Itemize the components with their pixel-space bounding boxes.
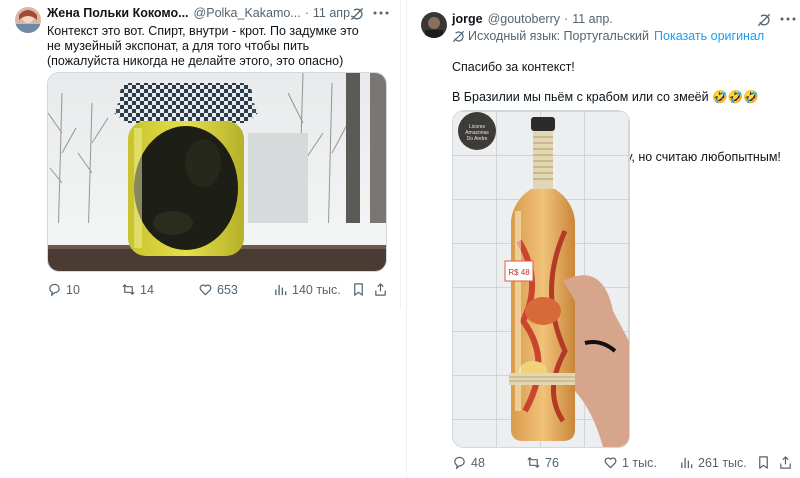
price-tag: R$ 48 [508, 268, 530, 277]
tweet-photo[interactable] [47, 72, 387, 272]
author-handle[interactable]: @goutoberry [488, 11, 560, 27]
grok-icon[interactable] [349, 6, 365, 22]
bookmark-icon [354, 283, 363, 296]
tweet-text-line: В Бразилии мы пьём с крабом или со змеёй… [452, 90, 759, 104]
tweet-text: Контекст это вот. Спирт, внутри - крот. … [47, 24, 359, 68]
author-handle[interactable]: @Polka_Kakamo... [194, 5, 301, 21]
reply-icon [454, 456, 465, 470]
source-language: Исходный язык: Португальский [468, 29, 650, 43]
more-icon[interactable] [372, 5, 390, 21]
tweet-actions: 48 76 1 тыс. 261 тыс. [452, 455, 797, 471]
tweet-1[interactable]: Жена Польки Кокомо... @Polka_Kakamo... ·… [0, 0, 401, 308]
grok-icon[interactable] [756, 12, 772, 28]
avatar[interactable] [421, 12, 447, 38]
reply-count: 10 [66, 282, 80, 297]
retweet-icon [527, 457, 540, 468]
share-icon [780, 456, 791, 469]
like-button[interactable]: 653 [198, 282, 238, 297]
tweet-2[interactable]: jorge @goutoberry · 11 апр. Исходный язы… [406, 0, 800, 478]
show-original-link[interactable]: Показать оригинал [654, 29, 764, 44]
tweet-header: Жена Польки Кокомо... @Polka_Kakamo... ·… [47, 5, 354, 21]
translation-notice: Исходный язык: Португальский Показать ор… [452, 29, 764, 44]
more-icon[interactable] [779, 11, 797, 27]
tweet-photo[interactable]: Licores Amazonas Do Andre R$ 48 [452, 110, 630, 448]
retweet-button[interactable]: 14 [121, 282, 154, 297]
views-count: 140 тыс. [292, 282, 341, 297]
reply-icon [49, 283, 60, 297]
views-button[interactable]: 261 тыс. [679, 455, 747, 470]
reply-button[interactable]: 10 [47, 282, 80, 297]
tweet-actions: 10 14 653 140 тыс. [47, 282, 392, 298]
tweet-header: jorge @goutoberry · 11 апр. [452, 11, 613, 27]
separator: · [564, 12, 569, 26]
author-name[interactable]: Жена Польки Кокомо... [47, 5, 189, 21]
author-name[interactable]: jorge [452, 11, 483, 27]
like-icon [199, 284, 212, 296]
retweet-icon [122, 284, 135, 295]
bookmark-icon [759, 456, 768, 469]
like-count: 653 [217, 282, 238, 297]
bookmark-button[interactable] [351, 282, 370, 297]
share-icon [375, 283, 386, 296]
retweet-button[interactable]: 76 [526, 455, 559, 470]
like-button[interactable]: 1 тыс. [603, 455, 657, 470]
svg-text:Do Andre: Do Andre [467, 136, 488, 142]
separator: · [304, 6, 309, 20]
tweet-date[interactable]: 11 апр. [313, 5, 354, 21]
like-count: 1 тыс. [622, 455, 657, 470]
share-button[interactable] [778, 455, 797, 470]
views-button[interactable]: 140 тыс. [273, 282, 341, 297]
retweet-count: 76 [545, 455, 559, 470]
tweet-date[interactable]: 11 апр. [572, 11, 613, 27]
avatar[interactable] [15, 7, 41, 33]
reply-button[interactable]: 48 [452, 455, 485, 470]
tweet-text-line: Спасибо за контекст! [452, 60, 575, 74]
views-count: 261 тыс. [698, 455, 747, 470]
views-icon [275, 284, 287, 296]
retweet-count: 14 [140, 282, 154, 297]
translate-icon [453, 31, 464, 42]
views-icon [681, 457, 693, 469]
share-button[interactable] [373, 282, 392, 297]
bookmark-button[interactable] [756, 455, 775, 470]
like-icon [604, 457, 617, 469]
reply-count: 48 [471, 455, 485, 470]
